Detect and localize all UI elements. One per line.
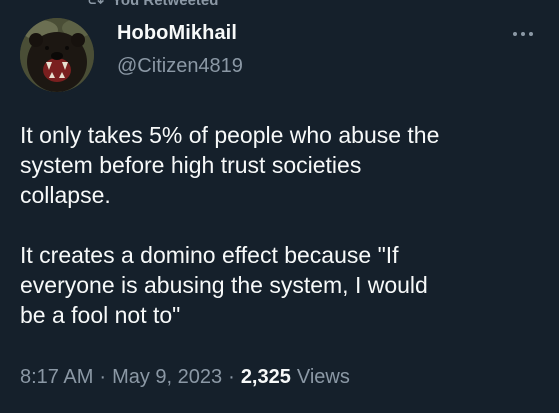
tweet-paragraph: It creates a domino effect because "If e… [20, 242, 428, 328]
avatar[interactable] [20, 18, 94, 92]
tweet-date[interactable]: May 9, 2023 [112, 366, 222, 389]
retweet-banner[interactable]: You Retweeted [86, 0, 218, 10]
tweet-meta: 8:17 AM · May 9, 2023 · 2,325 Views [20, 366, 350, 389]
avatar-bear-image [20, 18, 94, 92]
meta-separator: · [228, 366, 235, 388]
tweet-text: It only takes 5% of people who abuse the… [20, 120, 540, 330]
more-options-button[interactable] [509, 24, 537, 44]
display-name[interactable]: HoboMikhail [117, 22, 237, 45]
more-icon [513, 32, 533, 36]
views-label: Views [296, 366, 350, 388]
tweet-time[interactable]: 8:17 AM [20, 366, 93, 389]
meta-separator: · [99, 366, 107, 388]
views-count[interactable]: 2,325 [241, 366, 291, 389]
user-handle[interactable]: @Citizen4819 [117, 55, 243, 78]
retweet-icon [86, 0, 104, 11]
tweet-paragraph: It only takes 5% of people who abuse the… [20, 122, 440, 208]
retweet-banner-text: You Retweeted [112, 0, 219, 9]
tweet-card: You Retweeted HoboMikhail @Citizen4819 I… [0, 0, 559, 413]
